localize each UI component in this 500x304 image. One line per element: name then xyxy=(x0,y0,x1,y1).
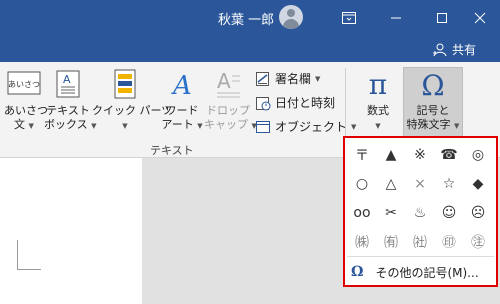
greeting-button[interactable]: あいさつ あいさつ 文 ▼ xyxy=(4,68,48,133)
wordart-label-2: アート xyxy=(161,118,194,131)
symbol-item[interactable]: ☆ xyxy=(434,169,464,199)
close-icon xyxy=(474,12,486,24)
symbol-item[interactable]: ☺ xyxy=(434,198,464,228)
object-label: オブジェクト xyxy=(275,120,348,134)
svg-text:Ω: Ω xyxy=(421,69,444,100)
symbol-item[interactable]: oo xyxy=(347,198,377,228)
greeting-icon-text: あいさつ xyxy=(8,80,40,89)
symbol-dropdown: 〒 ▲ ※ ☎ ◎ ○ △ × ☆ ◆ oo ✂ ♨ ☺ ☹ ㈱ ㈲ ㈳ ㊞ ㊟… xyxy=(343,136,498,287)
object-icon xyxy=(256,120,270,133)
svg-text:π: π xyxy=(369,68,387,100)
symbol-item[interactable]: ○ xyxy=(347,169,377,199)
quickparts-icon xyxy=(114,69,136,99)
signature-label: 署名欄 xyxy=(275,72,312,86)
symbol-item[interactable]: ※ xyxy=(405,140,435,170)
dropdown-arrow-icon: ▼ xyxy=(197,122,203,130)
share-bar: 共有 xyxy=(0,36,500,62)
group-label-text: テキスト xyxy=(150,144,194,157)
symbol-item[interactable]: ◎ xyxy=(463,140,493,170)
symbol-item[interactable]: ㈳ xyxy=(405,227,435,257)
maximize-icon xyxy=(437,13,447,23)
dropcap-label-2: キャップ xyxy=(204,118,248,131)
quickparts-label: クイック パーツ xyxy=(92,104,173,117)
symbol-item[interactable]: ㈲ xyxy=(376,227,406,257)
dropcap-icon: A xyxy=(217,69,240,98)
symbol-item[interactable]: 〒 xyxy=(347,140,377,170)
calendar-icon xyxy=(256,96,271,110)
datetime-button[interactable]: 日付と時刻 xyxy=(255,94,335,111)
symbol-item[interactable]: ㊟ xyxy=(463,227,493,257)
wordart-icon: A xyxy=(171,71,192,100)
ribbon-display-options-button[interactable] xyxy=(326,0,372,36)
symbol-item[interactable]: △ xyxy=(376,169,406,199)
minimize-button[interactable] xyxy=(373,0,419,36)
dropcap-button[interactable]: A ドロップ キャップ ▼ xyxy=(204,68,257,133)
symbol-label-2: 特殊文字 xyxy=(406,118,451,131)
greeting-icon: あいさつ xyxy=(7,71,41,95)
symbol-item[interactable]: ▲ xyxy=(376,140,406,170)
greeting-label-1: あいさつ xyxy=(4,104,48,117)
omega-icon: Ω xyxy=(351,264,364,280)
omega-icon: Ω xyxy=(421,69,444,100)
symbol-item[interactable]: ☹ xyxy=(463,198,493,228)
dropdown-arrow-icon: ▼ xyxy=(28,122,34,130)
minimize-icon xyxy=(391,17,401,19)
object-button[interactable]: オブジェクト ▼ xyxy=(255,118,356,135)
symbol-label-1: 記号と xyxy=(416,104,450,117)
svg-text:A: A xyxy=(63,73,71,86)
greeting-label-2: 文 xyxy=(14,118,26,131)
menu-separator xyxy=(347,256,494,257)
textbox-icon: A xyxy=(56,70,80,98)
svg-text:A: A xyxy=(217,69,231,93)
wordart-label-1: ワード xyxy=(165,104,199,117)
share-button[interactable]: 共有 xyxy=(432,41,476,58)
dropdown-arrow-icon: ▼ xyxy=(122,122,128,130)
symbol-item[interactable]: ㊞ xyxy=(434,227,464,257)
symbol-item[interactable]: ♨ xyxy=(405,198,435,228)
symbol-item[interactable]: ㈱ xyxy=(347,227,377,257)
signature-line-button[interactable]: 署名欄 ▼ xyxy=(255,70,320,87)
signature-icon xyxy=(256,71,269,86)
title-bar: 秋葉 一郎 xyxy=(0,0,500,36)
quickparts-button[interactable]: クイック パーツ ▼ xyxy=(92,68,173,133)
wordart-button[interactable]: A ワード アート ▼ xyxy=(160,68,204,133)
textbox-button[interactable]: A テキスト ボックス ▼ xyxy=(44,68,97,133)
symbol-item[interactable]: ◆ xyxy=(463,169,493,199)
dropcap-label-1: ドロップ xyxy=(206,104,250,117)
document-page[interactable] xyxy=(0,158,142,304)
pi-icon: π xyxy=(369,68,387,100)
symbol-item[interactable]: × xyxy=(405,169,435,199)
ribbon-options-icon xyxy=(342,12,356,24)
page-corner-mark xyxy=(17,240,41,270)
textbox-label-1: テキスト xyxy=(46,104,90,117)
share-label: 共有 xyxy=(452,43,477,57)
user-name: 秋葉 一郎 xyxy=(218,13,275,28)
datetime-label: 日付と時刻 xyxy=(275,96,336,110)
more-symbols-label: その他の記号(M)... xyxy=(375,265,479,280)
equation-label: 数式 xyxy=(367,104,389,117)
add-person-icon xyxy=(433,43,447,56)
user-avatar-icon[interactable] xyxy=(279,5,303,29)
textbox-label-2: ボックス xyxy=(44,118,88,131)
dropdown-arrow-icon: ▼ xyxy=(454,122,460,130)
dropdown-arrow-icon: ▼ xyxy=(315,74,321,83)
dropdown-arrow-icon: ▼ xyxy=(375,122,381,130)
symbol-item[interactable]: ✂ xyxy=(376,198,406,228)
equation-button[interactable]: π 数式 ▼ xyxy=(356,68,400,133)
close-button[interactable] xyxy=(457,0,500,36)
symbol-item[interactable]: ☎ xyxy=(434,140,464,170)
symbol-button[interactable]: Ω 記号と 特殊文字 ▼ xyxy=(403,67,463,137)
more-symbols-item[interactable]: Ω その他の記号(M)... xyxy=(351,262,479,282)
svg-text:A: A xyxy=(171,71,192,100)
